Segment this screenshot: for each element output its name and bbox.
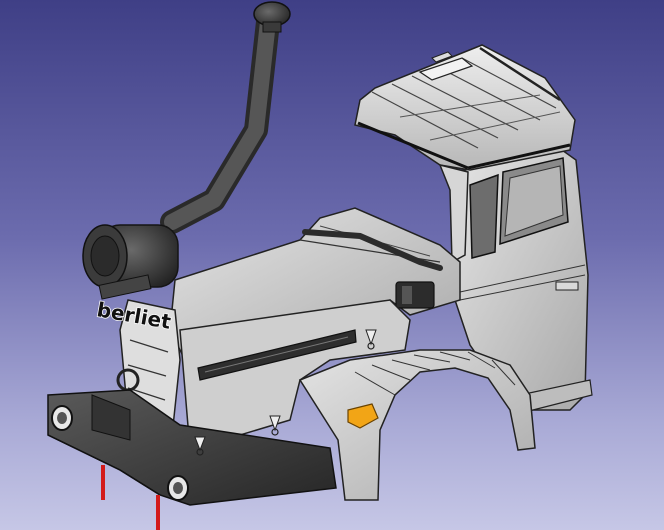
- 3d-viewport[interactable]: berliet: [0, 0, 664, 530]
- air-filter[interactable]: [82, 224, 179, 300]
- cab-roof[interactable]: [354, 44, 576, 171]
- fender[interactable]: [298, 349, 536, 501]
- snorkel-intake[interactable]: [160, 1, 291, 234]
- a-pillar: [438, 163, 469, 264]
- truck-cab-model[interactable]: berliet: [0, 0, 664, 530]
